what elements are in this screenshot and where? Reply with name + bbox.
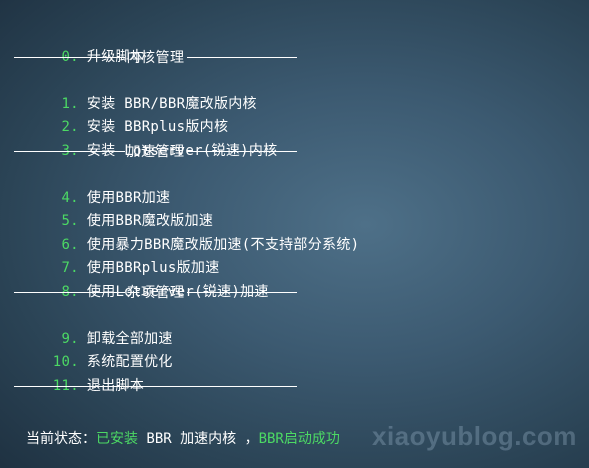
menu-item-1: 1. 安装 BBR/BBR魔改版内核 xyxy=(14,69,579,112)
menu-item-label: 使用BBR加速 xyxy=(86,189,171,206)
menu-item-number: 7. xyxy=(61,260,79,276)
menu-item-number: 10. xyxy=(52,354,79,370)
terminal-window: { "menu": { "top_item": {"num": "0.", "l… xyxy=(0,0,589,468)
menu-item-label: 使用BBR魔改版加速 xyxy=(86,213,214,229)
menu-item-label: 系统配置优化 xyxy=(86,354,173,370)
menu-item-label: 使用BBRplus版加速 xyxy=(86,260,220,276)
watermark-logo: xiaoyublog.com xyxy=(372,421,577,451)
section-title: 内核管理 xyxy=(126,50,185,67)
menu-item-number: 9. xyxy=(61,330,79,347)
menu-item-number: 5. xyxy=(61,213,79,229)
divider-line xyxy=(14,57,125,59)
section-title: 加速管理 xyxy=(126,144,185,161)
status-line: 当前状态：已安装 BBR 加速内核 ，BBR启动成功 xyxy=(26,428,340,450)
divider-line xyxy=(14,151,125,153)
menu-item-number: 6. xyxy=(61,236,79,253)
menu-item-9: 9. 卸载全部加速 xyxy=(14,304,579,347)
menu-item-4: 4. 使用BBR加速 xyxy=(14,163,579,206)
menu-output: 0. 升级脚本 内核管理 1. 安装 BBR/BBR魔改版内核 2. 安装 BBRpl… xyxy=(14,22,579,398)
menu-item-number: 1. xyxy=(61,95,79,112)
status-running: BBR启动成功 xyxy=(258,431,340,447)
status-installed: 已安装 xyxy=(96,431,138,447)
divider-line xyxy=(186,57,297,59)
status-prefix: 当前状态： xyxy=(26,431,96,447)
divider-line xyxy=(14,292,125,294)
menu-item-label: 安装 BBRplus版内核 xyxy=(86,119,229,135)
menu-item-number: 4. xyxy=(61,189,79,206)
divider-line xyxy=(14,386,297,388)
menu-item-number: 2. xyxy=(61,119,79,135)
section-title: 杂项管理 xyxy=(126,285,185,302)
status-kernel: BBR 加速内核 ， xyxy=(138,431,259,447)
menu-item-label: 安装 BBR/BBR魔改版内核 xyxy=(86,95,257,112)
menu-item-label: 使用暴力BBR魔改版加速(不支持部分系统) xyxy=(86,236,360,253)
divider-line xyxy=(186,292,297,294)
menu-item-label: 卸载全部加速 xyxy=(86,330,173,347)
divider-line xyxy=(186,151,297,153)
menu-item-0: 0. 升级脚本 xyxy=(14,22,579,65)
